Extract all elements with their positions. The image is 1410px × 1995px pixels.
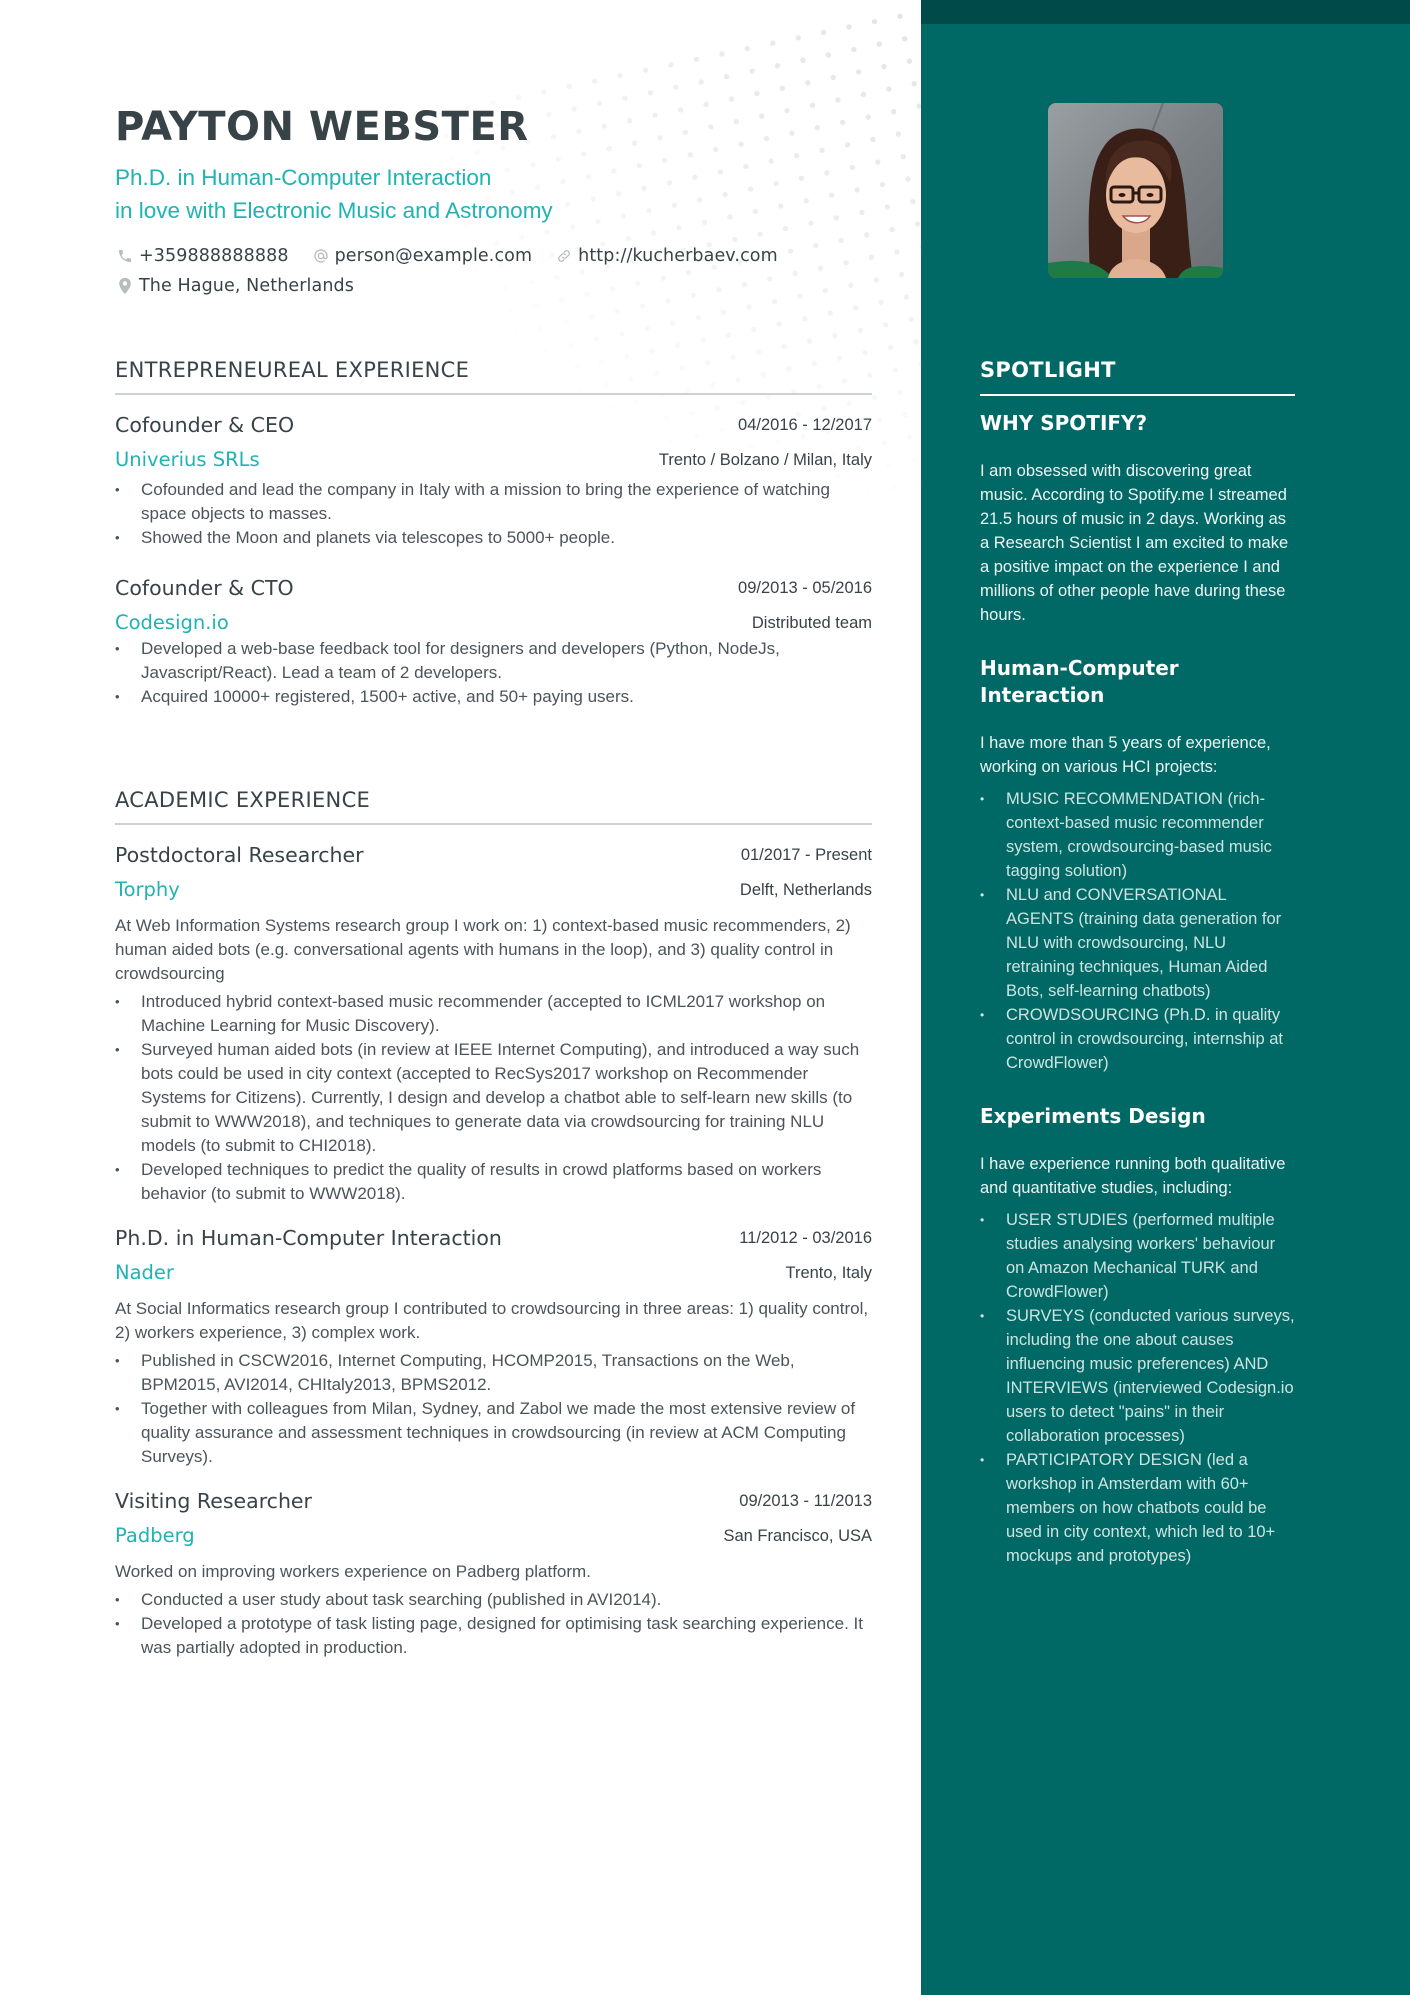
spotlight-block: WHY SPOTIFY? I am obsessed with discover… [980,410,1295,627]
bullet-item: Developed techniques to predict the qual… [115,1158,872,1206]
bullet-item: Introduced hybrid context-based music re… [115,990,872,1038]
job-location: San Francisco, USA [723,1527,872,1545]
sidebar-title: SPOTLIGHT [980,358,1295,396]
spotlight-bullets: MUSIC RECOMMENDATION (rich-context-based… [980,787,1295,1075]
academic-experience-section: ACADEMIC EXPERIENCE Postdoctoral Researc… [115,788,872,1660]
job-entry: Postdoctoral Researcher 01/2017 - Presen… [115,841,872,1206]
job-location: Trento / Bolzano / Milan, Italy [658,451,872,469]
spotlight-content: SPOTLIGHT WHY SPOTIFY? I am obsessed wit… [980,358,1295,1568]
job-title: Cofounder & CEO [115,413,295,437]
job-entry: Visiting Researcher 09/2013 - 11/2013 Pa… [115,1487,872,1660]
entrepreneurial-experience-section: ENTREPRENEUREAL EXPERIENCE Cofounder & C… [115,358,872,709]
email-address: person@example.com [334,246,533,266]
section-title: ACADEMIC EXPERIENCE [115,788,872,825]
profile-photo [1048,103,1223,278]
bullet-item: SURVEYS (conducted various surveys, incl… [980,1304,1295,1448]
bullet-item: MUSIC RECOMMENDATION (rich-context-based… [980,787,1295,883]
job-entry: Ph.D. in Human-Computer Interaction 11/2… [115,1224,872,1469]
job-location: Trento, Italy [785,1264,872,1282]
job-title: Visiting Researcher [115,1489,312,1513]
bullet-item: USER STUDIES (performed multiple studies… [980,1208,1295,1304]
bullet-item: CROWDSOURCING (Ph.D. in quality control … [980,1003,1295,1075]
candidate-name: PAYTON WEBSTER [115,104,529,150]
job-location: Delft, Netherlands [739,881,872,899]
phone-number: +359888888888 [139,246,289,266]
job-date: 09/2013 - 05/2016 [738,579,872,597]
spotlight-text: I have more than 5 years of experience, … [980,734,1271,776]
job-bullets: Published in CSCW2016, Internet Computin… [115,1349,872,1469]
job-date: 09/2013 - 11/2013 [739,1492,872,1510]
job-location: Distributed team [751,614,872,632]
phone-icon [115,246,135,266]
bullet-item: Developed a web-base feedback tool for d… [115,637,872,685]
headline: Ph.D. in Human-Computer Interaction in l… [115,161,553,227]
at-icon [311,246,331,266]
location-pin-icon [115,276,135,296]
job-entry: Cofounder & CEO 04/2016 - 12/2017 Univer… [115,411,872,550]
job-date: 11/2012 - 03/2016 [739,1229,872,1247]
job-company: Codesign.io [115,611,229,634]
bullet-item: Surveyed human aided bots (in review at … [115,1038,872,1158]
bullet-item: Conducted a user study about task search… [115,1588,872,1612]
bullet-item: Acquired 10000+ registered, 1500+ active… [115,685,872,709]
headline-line-1: Ph.D. in Human-Computer Interaction [115,165,492,190]
contact-phone[interactable]: +359888888888 [115,246,289,266]
job-date: 04/2016 - 12/2017 [738,416,872,434]
spotlight-block: Human-Computer Interaction I have more t… [980,655,1295,1075]
job-description: Worked on improving workers experience o… [115,1562,591,1581]
spotlight-heading: Experiments Design [980,1104,1206,1128]
bullet-item: Published in CSCW2016, Internet Computin… [115,1349,872,1397]
job-company: Padberg [115,1524,195,1547]
portrait-illustration [1048,103,1223,278]
job-description: At Social Informatics research group I c… [115,1299,869,1342]
spotlight-heading: WHY SPOTIFY? [980,411,1148,435]
job-bullets: Conducted a user study about task search… [115,1588,872,1660]
contact-info: +359888888888 person@example.com http://… [115,241,800,301]
sidebar-top-band [921,0,1410,24]
link-icon [554,246,574,266]
bullet-item: Developed a prototype of task listing pa… [115,1612,872,1660]
spotlight-heading: Human-Computer Interaction [980,656,1179,707]
job-date: 01/2017 - Present [740,846,872,864]
bullet-item: Showed the Moon and planets via telescop… [115,526,872,550]
job-company: Torphy [115,878,180,901]
contact-email[interactable]: person@example.com [311,246,533,266]
job-bullets: Developed a web-base feedback tool for d… [115,637,872,709]
bullet-item: Together with colleagues from Milan, Syd… [115,1397,872,1469]
bullet-item: NLU and CONVERSATIONAL AGENTS (training … [980,883,1295,1003]
job-company: Nader [115,1261,174,1284]
job-bullets: Introduced hybrid context-based music re… [115,990,872,1206]
job-title: Ph.D. in Human-Computer Interaction [115,1226,502,1250]
job-company: Univerius SRLs [115,448,260,471]
location-text: The Hague, Netherlands [139,276,354,296]
job-entry: Cofounder & CTO 09/2013 - 05/2016 Codesi… [115,574,872,709]
spotlight-text: I have experience running both qualitati… [980,1155,1286,1197]
contact-website[interactable]: http://kucherbaev.com [554,246,778,266]
spotlight-block: Experiments Design I have experience run… [980,1103,1295,1568]
section-title: ENTREPRENEUREAL EXPERIENCE [115,358,872,395]
job-description: At Web Information Systems research grou… [115,916,851,983]
spotlight-bullets: USER STUDIES (performed multiple studies… [980,1208,1295,1568]
job-title: Cofounder & CTO [115,576,294,600]
job-bullets: Cofounded and lead the company in Italy … [115,478,872,550]
job-title: Postdoctoral Researcher [115,843,364,867]
bullet-item: Cofounded and lead the company in Italy … [115,478,872,526]
bullet-item: PARTICIPATORY DESIGN (led a workshop in … [980,1448,1295,1568]
headline-line-2: in love with Electronic Music and Astron… [115,198,553,223]
contact-location: The Hague, Netherlands [115,276,354,296]
website-url: http://kucherbaev.com [578,246,778,266]
spotlight-text: I am obsessed with discovering great mus… [980,462,1289,624]
spotlight-sidebar: SPOTLIGHT WHY SPOTIFY? I am obsessed wit… [921,0,1410,1995]
